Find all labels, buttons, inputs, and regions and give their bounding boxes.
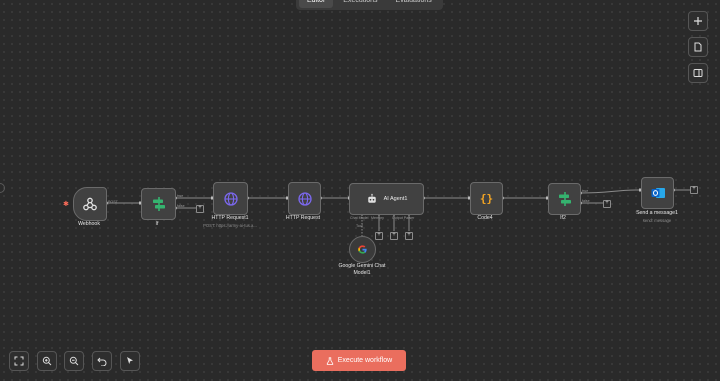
code-braces-icon: {}: [479, 192, 494, 205]
node-if-label: If: [155, 221, 159, 227]
node-if2-label: If2: [560, 215, 566, 221]
if2-false-port-label: false: [582, 199, 590, 203]
webhook-icon: [83, 197, 97, 211]
if2-true-port-label: true: [582, 189, 589, 193]
cursor-icon: [127, 357, 133, 364]
node-ai-agent1-label: AI Agent1: [383, 196, 408, 202]
flask-icon: [326, 356, 334, 365]
robot-icon: [367, 193, 376, 203]
select-tool-button[interactable]: [120, 351, 140, 371]
node-send-message1-label: Send a message1: [636, 210, 678, 216]
node-ai-agent1[interactable]: AI Agent1: [349, 183, 424, 215]
zoom-out-icon: [69, 356, 79, 366]
agent-parser-add-button[interactable]: +: [405, 232, 413, 240]
agent-port-tool: Tool: [356, 224, 363, 228]
fit-view-icon: [14, 356, 24, 366]
node-if2[interactable]: [548, 183, 581, 215]
node-http-request-label: HTTP Request: [285, 215, 321, 221]
if-icon: [558, 192, 571, 206]
agent-port-output-parser: Output Parser: [392, 216, 415, 220]
if-false-add-button[interactable]: +: [196, 205, 204, 213]
outlook-icon: [651, 188, 665, 198]
if-icon: [152, 197, 165, 211]
agent-port-chat-model: Chat Model: [350, 216, 369, 220]
node-if[interactable]: [141, 188, 176, 220]
node-webhook-label: Webhook: [78, 221, 100, 227]
undo-button[interactable]: [92, 351, 112, 371]
webhook-port-label: POST: [108, 200, 118, 204]
execute-workflow-button[interactable]: Execute workflow: [312, 350, 406, 371]
node-http-request1[interactable]: [213, 182, 248, 215]
globe-icon: [297, 191, 312, 206]
globe-icon: [223, 191, 238, 206]
node-send-message1-subtitle: send: message: [642, 218, 672, 223]
node-code4-label: Code4: [477, 215, 493, 221]
node-http-request1-subtitle: POST: https://army-ai-tus.a...: [203, 223, 257, 228]
if2-false-add-button[interactable]: +: [603, 200, 611, 208]
agent-tool-add-button[interactable]: +: [390, 232, 398, 240]
node-send-message1[interactable]: [641, 177, 674, 209]
if-false-port-label: false: [177, 204, 185, 208]
zoom-in-icon: [42, 356, 52, 366]
node-gemini-chat-model[interactable]: [349, 236, 376, 263]
zoom-out-button[interactable]: [64, 351, 84, 371]
fit-view-button[interactable]: [9, 351, 29, 371]
node-http-request1-label: HTTP Request1: [211, 215, 249, 221]
undo-icon: [97, 357, 107, 366]
zoom-in-button[interactable]: [37, 351, 57, 371]
google-icon: [358, 245, 367, 254]
node-http-request[interactable]: [288, 182, 321, 215]
trigger-bolt-icon: ✱: [63, 201, 69, 208]
agent-port-memory: Memory: [371, 216, 384, 220]
execute-workflow-label: Execute workflow: [337, 357, 393, 364]
node-webhook[interactable]: [73, 187, 107, 221]
node-code4[interactable]: {}: [470, 182, 503, 215]
agent-memory-add-button[interactable]: +: [375, 232, 383, 240]
node-gemini-label: Google Gemini Chat Model1: [338, 263, 386, 276]
if-true-port-label: true: [177, 194, 184, 198]
send-message-add-button[interactable]: +: [690, 186, 698, 194]
